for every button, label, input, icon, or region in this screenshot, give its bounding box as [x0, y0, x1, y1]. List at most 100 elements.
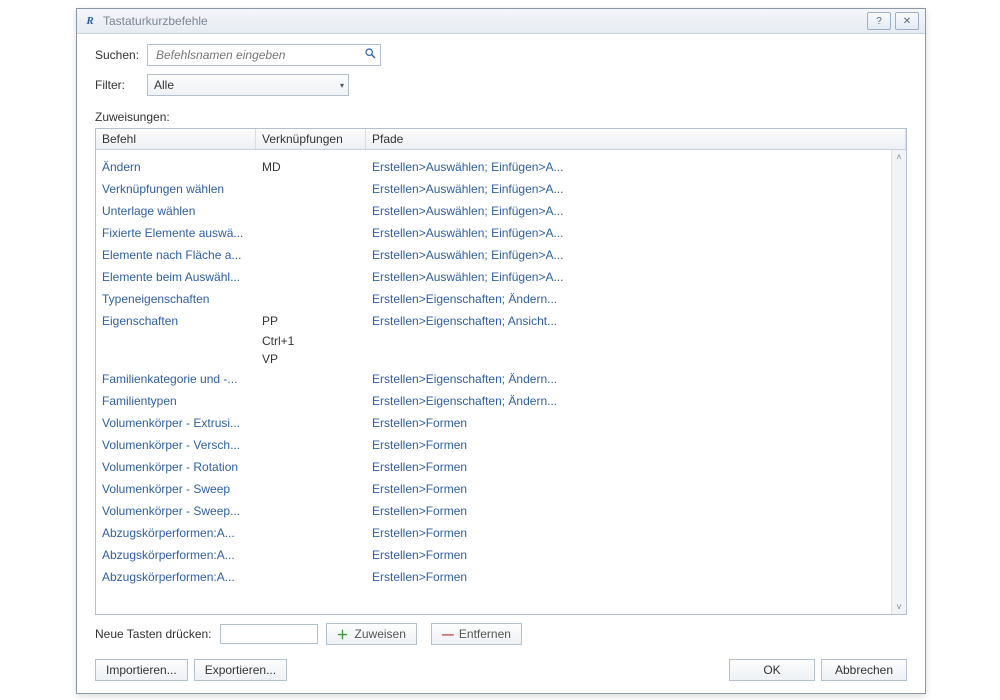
cell-shortcut: [256, 182, 366, 196]
cell-path: Erstellen>Eigenschaften; Ändern...: [366, 394, 892, 408]
cell-path: Erstellen>Formen: [366, 548, 892, 562]
help-button[interactable]: ?: [867, 12, 891, 30]
cell-command: Familientypen: [96, 394, 256, 408]
table-row[interactable]: Fixierte Elemente auswä... Erstellen>Ausw…: [96, 222, 892, 244]
column-header-paths[interactable]: Pfade: [366, 129, 906, 149]
ok-button[interactable]: OK: [729, 659, 815, 681]
table-row[interactable]: Volumenkörper - Versch... Erstellen>Forme…: [96, 434, 892, 456]
cell-path: Erstellen>Formen: [366, 526, 892, 540]
cell-shortcut: [256, 416, 366, 430]
chevron-down-icon: ▾: [340, 81, 344, 90]
scroll-up-icon[interactable]: ˄: [892, 150, 906, 164]
cell-command: Abzugskörperformen:A...: [96, 570, 256, 584]
cell-path: Erstellen>Formen: [366, 504, 892, 518]
filter-label: Filter:: [95, 78, 147, 92]
cell-path: Erstellen>Formen: [366, 460, 892, 474]
cell-shortcut: [256, 248, 366, 262]
grid-header: Befehl Verknüpfungen Pfade: [96, 129, 906, 150]
column-header-command[interactable]: Befehl: [96, 129, 256, 149]
cell-path: Erstellen>Eigenschaften; Ändern...: [366, 372, 892, 386]
close-icon: ✕: [903, 16, 911, 27]
search-label: Suchen:: [95, 48, 147, 62]
cell-shortcut: [256, 204, 366, 218]
plus-icon: ＋: [337, 626, 349, 643]
table-row[interactable]: Abzugskörperformen:A... Erstellen>Formen: [96, 522, 892, 544]
table-row[interactable]: ÄndernMDErstellen>Auswählen; Einfügen>A.…: [96, 150, 892, 178]
titlebar: R Tastaturkurzbefehle ? ✕: [77, 9, 925, 34]
press-keys-label: Neue Tasten drücken:: [95, 627, 212, 641]
cell-path: Erstellen>Auswählen; Einfügen>A...: [366, 204, 892, 218]
remove-button[interactable]: — Entfernen: [431, 623, 522, 645]
cell-path: Erstellen>Eigenschaften; Ansicht...: [366, 314, 892, 328]
cell-command: Elemente beim Auswähl...: [96, 270, 256, 284]
remove-button-label: Entfernen: [459, 627, 511, 641]
table-row[interactable]: Volumenkörper - Extrusi... Erstellen>Form…: [96, 412, 892, 434]
press-keys-input[interactable]: [220, 624, 318, 644]
cell-command: Elemente nach Fläche a...: [96, 248, 256, 262]
cancel-button[interactable]: Abbrechen: [821, 659, 907, 681]
cell-command: Volumenkörper - Sweep: [96, 482, 256, 496]
cell-command: Unterlage wählen: [96, 204, 256, 218]
cell-path: Erstellen>Formen: [366, 570, 892, 584]
cell-command: Abzugskörperformen:A...: [96, 526, 256, 540]
cell-command: Volumenkörper - Sweep...: [96, 504, 256, 518]
cell-command: Ändern: [96, 160, 256, 174]
window-title: Tastaturkurzbefehle: [103, 14, 208, 28]
cell-command: Fixierte Elemente auswä...: [96, 226, 256, 240]
minus-icon: —: [442, 627, 453, 641]
cell-shortcut: [256, 394, 366, 408]
app-icon: R: [83, 14, 97, 28]
cell-shortcut: [256, 526, 366, 540]
filter-select[interactable]: Alle ▾: [147, 74, 349, 96]
table-row[interactable]: Elemente nach Fläche a... Erstellen>Auswä…: [96, 244, 892, 266]
cell-shortcut: [256, 504, 366, 518]
cell-path: Erstellen>Auswählen; Einfügen>A...: [366, 160, 892, 174]
table-row[interactable]: Volumenkörper - Sweep Erstellen>Formen: [96, 478, 892, 500]
cell-path: Erstellen>Formen: [366, 482, 892, 496]
search-input[interactable]: [154, 47, 365, 63]
cell-command: Familienkategorie und -...: [96, 372, 256, 386]
cell-path: Erstellen>Auswählen; Einfügen>A...: [366, 226, 892, 240]
table-row[interactable]: Verknüpfungen wählen Erstellen>Auswählen;…: [96, 178, 892, 200]
column-header-shortcuts[interactable]: Verknüpfungen: [256, 129, 366, 149]
cell-shortcut: [256, 482, 366, 496]
grid-rows: ÄndernMDErstellen>Auswählen; Einfügen>A.…: [96, 150, 892, 614]
search-icon[interactable]: [365, 48, 376, 62]
table-row[interactable]: TypeneigenschaftenErstellen>Eigenschafte…: [96, 288, 892, 310]
table-row[interactable]: EigenschaftenPPErstellen>Eigenschaften; …: [96, 310, 892, 332]
table-row[interactable]: Unterlage wählen Erstellen>Auswählen; Ein…: [96, 200, 892, 222]
cell-command: Eigenschaften: [96, 314, 256, 328]
table-row[interactable]: Volumenkörper - Sweep... Erstellen>Formen: [96, 500, 892, 522]
assign-button[interactable]: ＋ Zuweisen: [326, 623, 417, 645]
cell-path: Erstellen>Auswählen; Einfügen>A...: [366, 248, 892, 262]
cell-path: Erstellen>Auswählen; Einfügen>A...: [366, 270, 892, 284]
keyboard-shortcuts-dialog: R Tastaturkurzbefehle ? ✕ Suchen: Filter…: [76, 8, 926, 694]
cell-path: Erstellen>Formen: [366, 438, 892, 452]
cell-command: Volumenkörper - Extrusi...: [96, 416, 256, 430]
cell-command: Verknüpfungen wählen: [96, 182, 256, 196]
vertical-scrollbar[interactable]: ˄ ˅: [891, 150, 906, 614]
table-row[interactable]: Abzugskörperformen:A... Erstellen>Formen: [96, 566, 892, 588]
cell-shortcut: [256, 226, 366, 240]
cell-path: Erstellen>Formen: [366, 416, 892, 430]
cell-command: Volumenkörper - Rotation: [96, 460, 256, 474]
scroll-down-icon[interactable]: ˅: [892, 600, 906, 614]
cell-shortcut: [256, 372, 366, 386]
cell-command: Abzugskörperformen:A...: [96, 548, 256, 562]
cell-command: Typeneigenschaften: [96, 292, 256, 306]
table-row[interactable]: Elemente beim Auswähl... Erstellen>Auswäh…: [96, 266, 892, 288]
cell-shortcut: [256, 570, 366, 584]
table-row[interactable]: Familienkategorie und -... Erstellen>Eige…: [96, 368, 892, 390]
cell-shortcut: MD: [256, 160, 366, 174]
cell-path: Erstellen>Auswählen; Einfügen>A...: [366, 182, 892, 196]
close-button[interactable]: ✕: [895, 12, 919, 30]
table-row[interactable]: Abzugskörperformen:A... Erstellen>Formen: [96, 544, 892, 566]
table-row[interactable]: Familientypen Erstellen>Eigenschaften; Än…: [96, 390, 892, 412]
export-button[interactable]: Exportieren...: [194, 659, 287, 681]
table-row[interactable]: Volumenkörper - Rotation Erstellen>Formen: [96, 456, 892, 478]
search-input-wrap: [147, 44, 381, 66]
cell-shortcut-extra: VP: [96, 350, 892, 368]
cell-command: Volumenkörper - Versch...: [96, 438, 256, 452]
cell-shortcut: [256, 270, 366, 284]
import-button[interactable]: Importieren...: [95, 659, 188, 681]
